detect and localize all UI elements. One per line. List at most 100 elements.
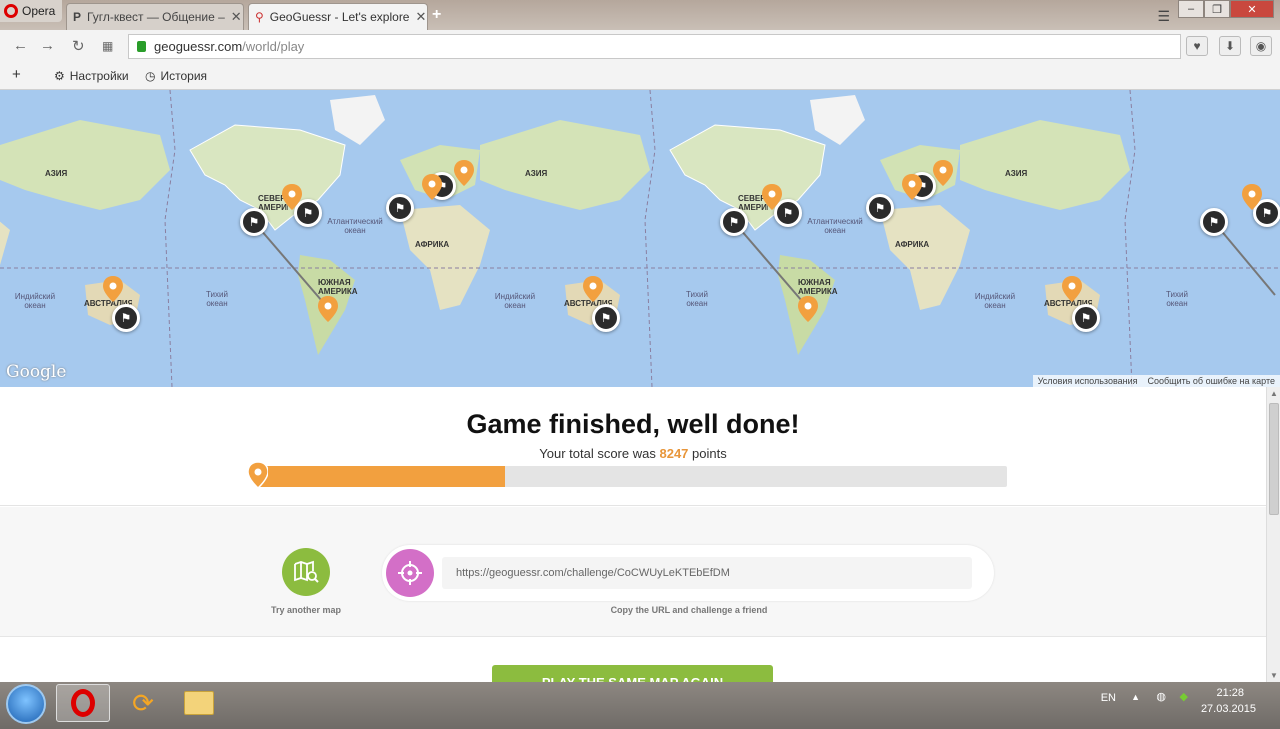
terms-link[interactable]: Условия использования (1038, 376, 1138, 386)
guess-pin-icon[interactable] (762, 184, 782, 210)
bookmark-history[interactable]: ◷ История (145, 69, 207, 83)
continent-label: Азия (525, 169, 548, 178)
close-window-button[interactable]: ✕ (1230, 0, 1274, 18)
progress-pin-icon (248, 462, 268, 488)
minimize-button[interactable]: – (1178, 0, 1204, 18)
bookmark-settings[interactable]: ⚙ Настройки (54, 69, 129, 83)
security-icon[interactable]: ◆ (1180, 690, 1188, 703)
secure-lock-icon (137, 41, 146, 52)
reload-icon[interactable]: ↻ (72, 37, 85, 55)
download-icon[interactable]: ⬇ (1219, 36, 1241, 56)
flag-marker-icon[interactable]: ⚑ (240, 208, 268, 236)
language-indicator[interactable]: EN (1101, 692, 1116, 704)
challenge-url-field[interactable]: https://geoguessr.com/challenge/CoCWUyLe… (442, 557, 972, 589)
opera-menu-button[interactable]: Opera (0, 0, 62, 22)
score-line: Your total score was 8247 points (0, 446, 1266, 461)
extension-icon[interactable]: ◉ (1250, 36, 1272, 56)
result-panel: Game finished, well done! Your total sco… (0, 387, 1266, 506)
gear-icon: ⚙ (54, 69, 65, 83)
address-bar[interactable]: geoguessr.com/world/play (128, 34, 1181, 59)
continent-label: Азия (45, 169, 68, 178)
continent-label: Африка (895, 240, 930, 249)
guess-pin-icon[interactable] (798, 296, 818, 322)
map-search-icon (294, 560, 319, 583)
ocean-label: Тихий океан (1166, 290, 1188, 308)
steam-icon[interactable]: ◍ (1156, 690, 1166, 703)
guess-pin-icon[interactable] (454, 160, 474, 186)
tab-gugl-quest[interactable]: Р Гугл-квест — Общение – ✕ (66, 3, 244, 30)
tab-geoguessr[interactable]: ⚲ GeoGuessr - Let's explore ✕ (248, 3, 428, 30)
windows-taskbar: ⟳ EN ▲ ◍ ◆ 21:28 27.03.2015 (0, 682, 1280, 729)
url-path: /world/play (242, 39, 305, 54)
try-another-map-label: Try another map (270, 605, 342, 615)
score-suffix: points (692, 446, 727, 461)
flag-marker-icon[interactable]: ⚑ (720, 208, 748, 236)
opera-icon (71, 689, 95, 717)
map-footer: Условия использования Сообщить об ошибке… (1032, 375, 1280, 387)
start-button[interactable] (6, 684, 46, 724)
continent-label: Африка (415, 240, 450, 249)
window-controls: – ❐ ✕ (1178, 0, 1274, 18)
bookmarks-bar: + ⚙ Настройки ◷ История (0, 62, 1280, 90)
results-map[interactable]: Азия Азия Азия Северная Америка Северная… (0, 90, 1280, 387)
opera-logo-icon (4, 4, 18, 18)
clock-time[interactable]: 21:28 (1216, 687, 1244, 699)
flag-marker-icon[interactable]: ⚑ (386, 194, 414, 222)
ocean-label: Тихий океан (206, 290, 228, 308)
add-bookmark-icon[interactable]: + (12, 66, 21, 83)
ocean-label: Индийский океан (974, 292, 1016, 310)
folder-icon (184, 691, 214, 715)
opera-menu-label: Opera (22, 4, 56, 18)
guess-pin-icon[interactable] (318, 296, 338, 322)
scroll-down-icon[interactable]: ▼ (1270, 671, 1278, 680)
geoguessr-favicon-icon: ⚲ (255, 10, 264, 24)
scroll-up-icon[interactable]: ▲ (1270, 389, 1278, 398)
close-tab-icon[interactable]: ✕ (415, 9, 426, 25)
tab-menu-icon[interactable]: ☰ (1157, 8, 1170, 25)
back-arrow-icon[interactable]: ← (13, 37, 28, 54)
opera-taskbar-button[interactable] (56, 684, 110, 722)
game-finished-title: Game finished, well done! (466, 409, 800, 439)
google-logo: Google (6, 362, 67, 382)
page-scrollbar[interactable]: ▲ ▼ (1266, 387, 1280, 682)
guess-pin-icon[interactable] (103, 276, 123, 302)
report-error-link[interactable]: Сообщить об ошибке на карте (1148, 376, 1275, 386)
url-domain: geoguessr.com (154, 39, 243, 54)
continent-label: Южная Америка (798, 278, 838, 296)
close-tab-icon[interactable]: ✕ (231, 9, 242, 25)
browser-tab-strip: Opera Р Гугл-квест — Общение – ✕ ⚲ GeoGu… (0, 0, 1280, 30)
maximize-button[interactable]: ❐ (1204, 0, 1230, 18)
guess-pin-icon[interactable] (933, 160, 953, 186)
try-another-map-button[interactable] (282, 548, 330, 596)
guess-pin-icon[interactable] (1062, 276, 1082, 302)
scrollbar-thumb[interactable] (1269, 403, 1279, 515)
guess-pin-icon[interactable] (422, 174, 442, 200)
heart-bookmark-icon[interactable]: ♥ (1186, 36, 1208, 56)
guess-pin-icon[interactable] (282, 184, 302, 210)
page-favicon-icon: Р (73, 10, 82, 24)
explorer-taskbar-button[interactable] (172, 684, 226, 722)
score-value: 8247 (659, 446, 689, 461)
score-progress-bar (248, 462, 1007, 488)
bookmark-label: История (160, 69, 208, 83)
flag-marker-icon[interactable]: ⚑ (592, 304, 620, 332)
clock-date[interactable]: 27.03.2015 (1201, 703, 1256, 715)
tab-label: GeoGuessr - Let's explore (269, 10, 410, 24)
guess-pin-icon[interactable] (583, 276, 603, 302)
forward-arrow-icon[interactable]: → (40, 37, 55, 54)
ocean-label: Тихий океан (686, 290, 708, 308)
tray-expand-icon[interactable]: ▲ (1131, 692, 1140, 702)
guess-pin-icon[interactable] (1242, 184, 1262, 210)
challenge-target-button[interactable] (386, 549, 434, 597)
ocean-label: Атлантический океан (807, 217, 863, 235)
flag-marker-icon[interactable]: ⚑ (112, 304, 140, 332)
flag-marker-icon[interactable]: ⚑ (1200, 208, 1228, 236)
copy-url-caption: Copy the URL and challenge a friend (610, 605, 768, 615)
guess-pin-icon[interactable] (902, 174, 922, 200)
messenger-taskbar-button[interactable]: ⟳ (116, 684, 170, 722)
flag-marker-icon[interactable]: ⚑ (1072, 304, 1100, 332)
new-tab-button[interactable]: + (432, 6, 441, 24)
speed-dial-grid-icon[interactable]: ▦ (102, 39, 113, 53)
flag-marker-icon[interactable]: ⚑ (866, 194, 894, 222)
world-map-tiles (0, 90, 1280, 387)
